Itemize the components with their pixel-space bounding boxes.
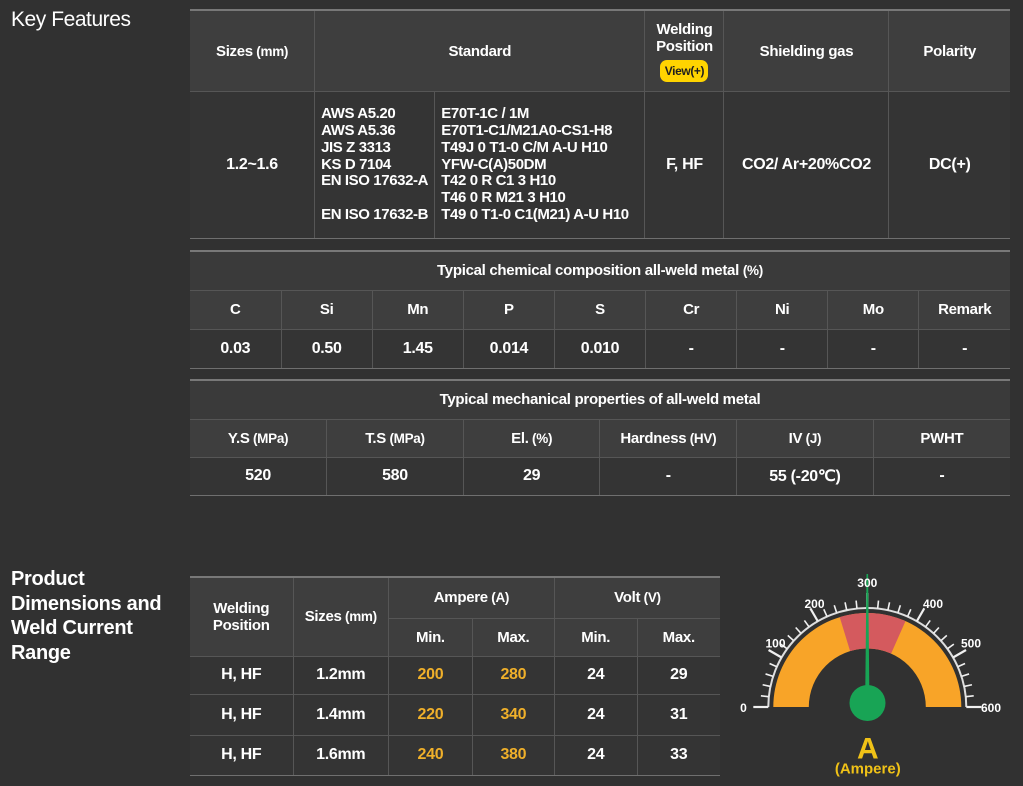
svg-text:400: 400 <box>923 597 943 611</box>
svg-text:300: 300 <box>857 576 877 590</box>
svg-text:600: 600 <box>981 701 1001 715</box>
svg-text:100: 100 <box>765 637 785 651</box>
svg-text:0: 0 <box>740 701 747 715</box>
svg-text:(Ampere): (Ampere) <box>835 761 901 778</box>
svg-text:500: 500 <box>961 637 981 651</box>
svg-text:200: 200 <box>804 597 824 611</box>
